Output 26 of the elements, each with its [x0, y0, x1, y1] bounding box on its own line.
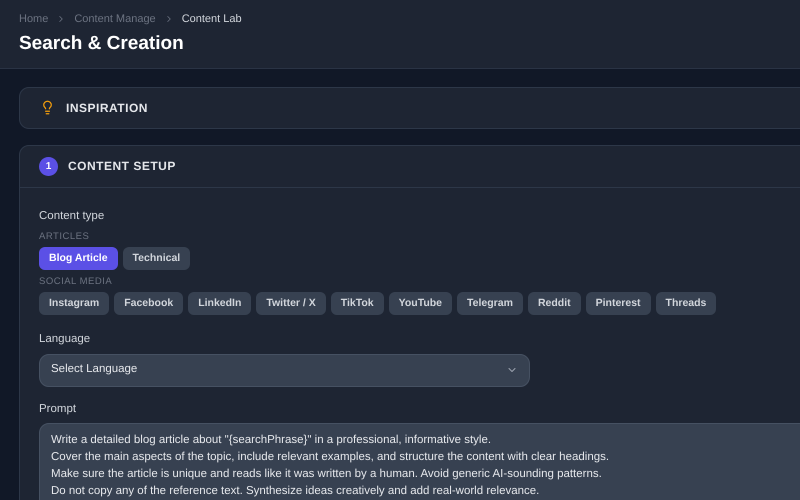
- field-label: Content type: [39, 208, 106, 224]
- step-number: 1: [39, 156, 58, 176]
- content-type-chip[interactable]: Threads: [656, 292, 716, 316]
- content-type-chip[interactable]: Reddit: [528, 292, 581, 316]
- panel-title: CONTENT SETUP: [68, 158, 176, 175]
- content-type-chip[interactable]: LinkedIn: [188, 292, 252, 316]
- panel-title: INSPIRATION: [66, 100, 148, 116]
- group-label: SOCIAL MEDIA: [39, 275, 114, 289]
- field-label: Language: [39, 332, 92, 348]
- content-type-chip[interactable]: YouTube: [388, 292, 452, 316]
- content-type-chip[interactable]: Facebook: [114, 292, 184, 316]
- content-type-chip[interactable]: Technical: [122, 247, 190, 270]
- prompt-field[interactable]: Write a detailed blog article about "{searchPhrase}" in a professional, informative style. Cover the main aspects of the topic, include relevant examples, and structure the content with clear headings. Make sure the article is unique and reads like it was written by a human. Avoid generic AI-sounding patterns. Do not copy any of the reference text. Synthesize ideas creatively and add real-world relevance.: [39, 422, 800, 500]
- page-title: Search & Creation: [19, 32, 185, 56]
- content-type-chip[interactable]: TikTok: [330, 292, 384, 316]
- content-type-chip[interactable]: Twitter / X: [256, 292, 326, 316]
- content-type-chip[interactable]: Instagram: [39, 292, 110, 316]
- breadcrumb-link[interactable]: Content Lab: [182, 11, 242, 28]
- content-type-chip[interactable]: Telegram: [457, 292, 523, 316]
- language-select[interactable]: Select Language: [39, 354, 530, 386]
- content-type-chip[interactable]: Pinterest: [586, 292, 651, 316]
- group-label: ARTICLES: [39, 230, 90, 244]
- inspiration-panel[interactable]: INSPIRATION: [19, 86, 800, 128]
- lightbulb-icon: [40, 100, 55, 115]
- content-type-chip[interactable]: Blog Article: [39, 247, 118, 270]
- field-label: Prompt: [39, 402, 78, 416]
